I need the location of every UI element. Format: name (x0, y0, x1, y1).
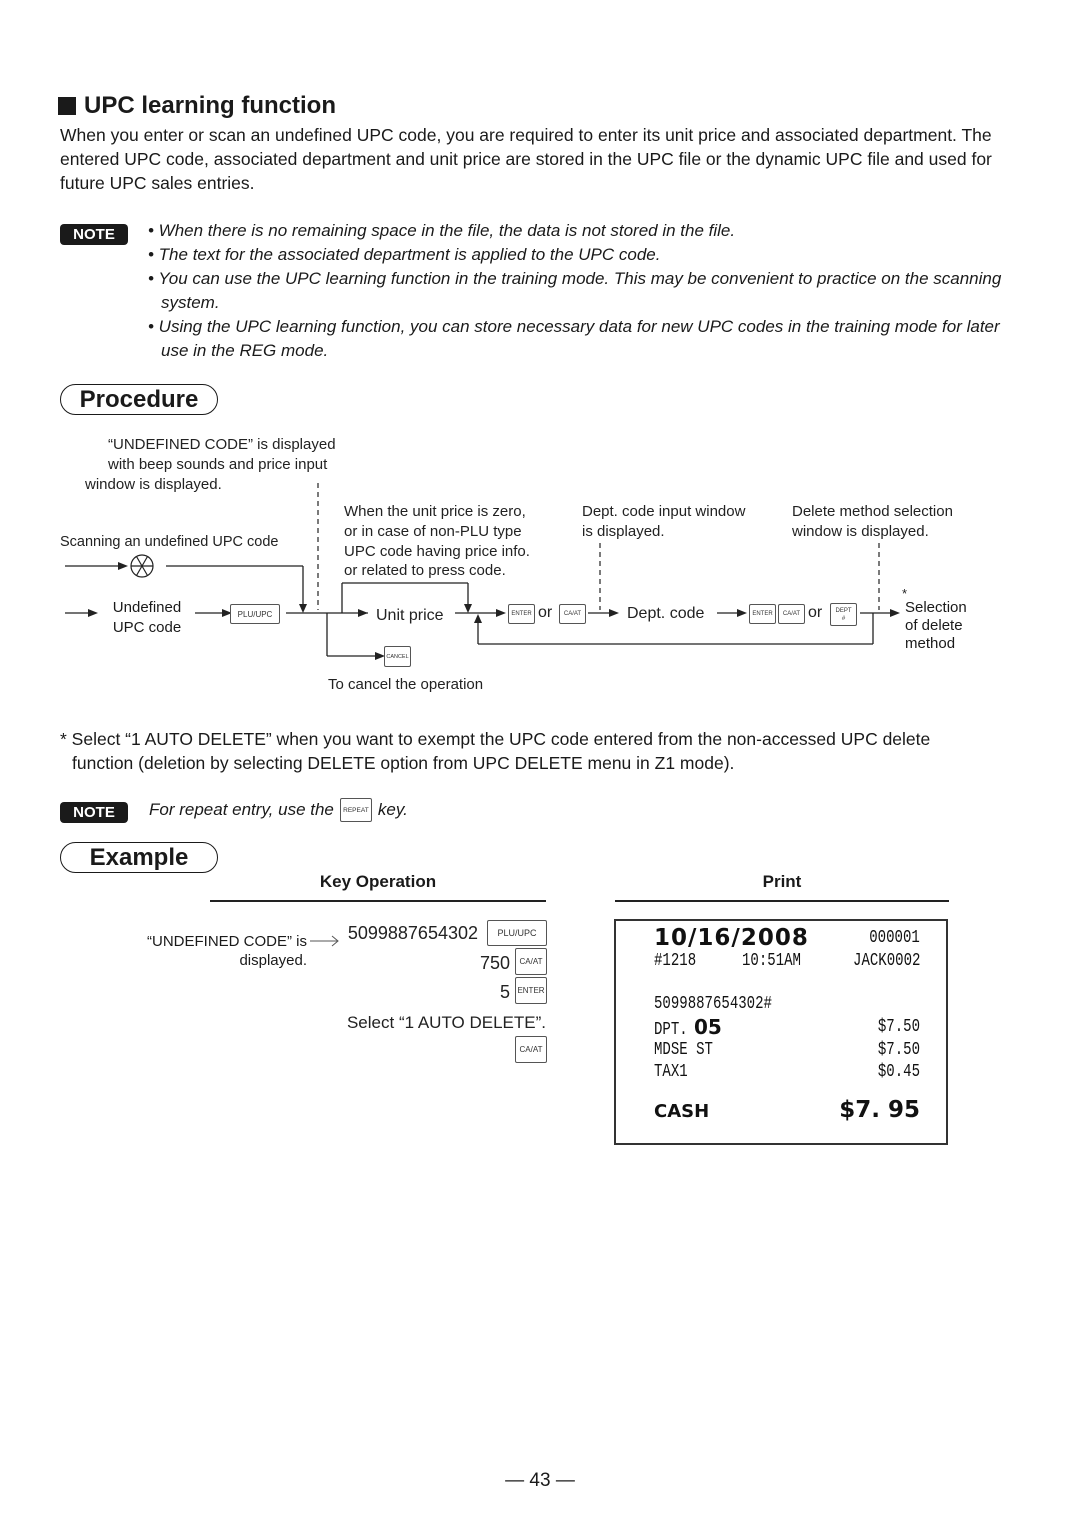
repeat-note-post: key. (377, 800, 408, 819)
selection-label-line2: of delete (905, 617, 963, 634)
step-value: 5099887654302 (347, 923, 478, 943)
receipt: 10/16/2008 000001 #1218 10:51AM JACK0002… (614, 919, 948, 1145)
step-value: 5 (499, 982, 510, 1002)
page-number: — 43 — (505, 1470, 575, 1491)
selection-label-line3: method (905, 635, 956, 652)
procedure-flow-lines (65, 483, 900, 660)
receipt-line-amount: $7.50 (877, 1040, 920, 1060)
dept-key[interactable]: DEPT # (830, 603, 857, 626)
footnote-line2: function (deletion by selecting DELETE o… (72, 753, 735, 773)
repeat-note-pre: For repeat entry, use the (149, 800, 334, 819)
dept-key-sublabel: # (841, 615, 846, 622)
note-badge: NOTE (60, 802, 128, 823)
step-instruction: Select “1 AUTO DELETE”. (346, 1013, 546, 1032)
example-undefined-note: “UNDEFINED CODE” is displayed. (100, 932, 307, 970)
ca-at-key[interactable]: CA/AT (778, 604, 805, 624)
dept-code-label: Dept. code (627, 605, 705, 622)
undefined-upc-label-line1: Undefined (112, 599, 182, 616)
enter-key[interactable]: ENTER (515, 977, 547, 1004)
undefined-upc-label-line2: UPC code (112, 619, 182, 636)
receipt-time: 10:51AM (742, 951, 801, 971)
dept-key-label: DEPT (835, 607, 852, 614)
receipt-total-label: CASH (654, 1101, 710, 1122)
selection-label: Selection of delete method (905, 599, 967, 653)
cancel-key[interactable]: CANCEL (384, 646, 411, 667)
repeat-note: For repeat entry, use the REPEAT key. (149, 798, 408, 822)
plu-upc-key[interactable]: PLU/UPC (230, 604, 280, 624)
plu-upc-key[interactable]: PLU/UPC (487, 920, 547, 946)
footnote-line1: * Select “1 AUTO DELETE” when you want t… (60, 729, 931, 749)
receipt-upc: 5099887654302# (654, 994, 772, 1014)
footnote: * Select “1 AUTO DELETE” when you want t… (60, 727, 930, 775)
enter-key[interactable]: ENTER (749, 604, 776, 624)
undefined-upc-label: Undefined UPC code (108, 598, 186, 638)
or-label: or (808, 604, 823, 621)
receipt-clerk: JACK0002 (852, 951, 920, 971)
receipt-date: 10/16/2008 (654, 925, 809, 951)
receipt-line-amount: $0.45 (877, 1062, 920, 1082)
example-heading: Example (60, 842, 218, 873)
receipt-line-label: TAX1 (654, 1062, 688, 1082)
scanner-icon (130, 554, 154, 578)
arrow-right-icon (310, 935, 339, 947)
receipt-line-label: DPT. (654, 1020, 688, 1040)
selection-label-line1: Selection (905, 599, 967, 616)
unit-price-label: Unit price (376, 607, 444, 624)
print-header: Print (762, 872, 802, 891)
ca-at-key[interactable]: CA/AT (515, 1036, 547, 1063)
step-value: 750 (479, 953, 510, 973)
repeat-key[interactable]: REPEAT (339, 798, 372, 822)
receipt-register-no: #1218 (654, 951, 697, 971)
receipt-dept-number: 05 (694, 1015, 722, 1039)
ca-at-key[interactable]: CA/AT (515, 948, 547, 975)
ca-at-key[interactable]: CA/AT (559, 604, 586, 624)
enter-key[interactable]: ENTER (508, 604, 535, 624)
example-undefined-note-1: “UNDEFINED CODE” is (147, 933, 307, 950)
or-label: or (538, 604, 553, 621)
receipt-consecutive-no: 000001 (869, 928, 920, 948)
example-undefined-note-2: displayed. (239, 952, 307, 969)
cancel-label: To cancel the operation (328, 676, 484, 693)
receipt-line-dept: DPT. 05 (654, 1015, 722, 1040)
print-divider (615, 900, 949, 902)
receipt-line-label: MDSE ST (654, 1040, 713, 1060)
receipt-line-amount: $7.50 (877, 1017, 920, 1037)
key-operation-header: Key Operation (319, 872, 437, 891)
key-operation-divider (210, 900, 546, 902)
receipt-total-amount: $7. 95 (839, 1097, 920, 1123)
